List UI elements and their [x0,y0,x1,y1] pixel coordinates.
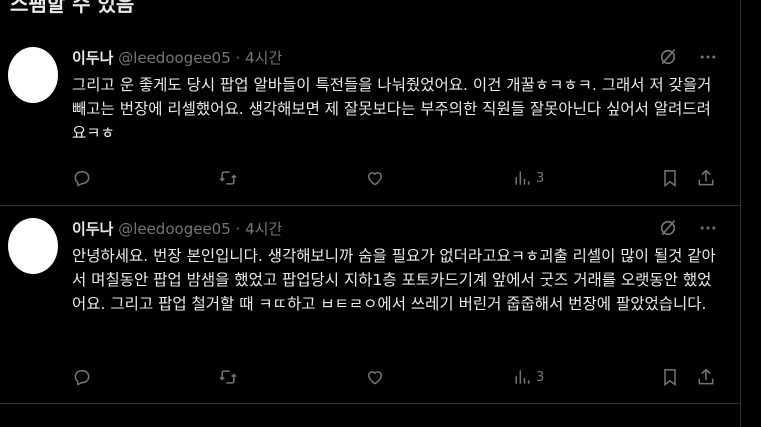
grok-slash-icon[interactable] [658,47,678,67]
tweet-text: 안녕하세요. 번장 본인입니다. 생각해보니까 숨을 필요가 없더라고요ㅋㅎ괴출… [72,247,716,313]
author-handle[interactable]: @leedoogee05 [118,49,231,67]
timestamp[interactable]: 4시간 [245,49,282,67]
author-name[interactable]: 이두나 [72,220,113,238]
reply-button[interactable] [72,168,92,188]
divider [0,403,740,404]
more-icon[interactable] [698,218,718,238]
like-button[interactable] [365,168,385,188]
tweet-actions: 3 [72,166,718,190]
section-heading: 스팸할 수 있음 [10,0,135,16]
bookmark-icon [664,170,676,187]
tweet-header: 이두나 @leedoogee05 · 4시간 [72,47,282,68]
like-icon [367,371,383,385]
views-icon [515,370,530,384]
tweet-top-actions [658,47,718,67]
retweet-button[interactable] [218,367,238,387]
retweet-icon [219,370,237,384]
share-icon [698,368,714,385]
reply-icon [74,171,90,187]
tweet-top-actions [658,218,718,238]
tweet[interactable]: 이두나 @leedoogee05 · 4시간 그리고 운 좋게도 당시 팝업 알… [0,35,740,205]
more-icon[interactable] [698,47,718,67]
reply-icon [74,370,90,386]
bookmark-button[interactable] [660,367,680,387]
views-count: 3 [536,369,545,385]
share-icon [698,169,714,186]
share-button[interactable] [696,168,716,188]
tweet-text: 그리고 운 좋게도 당시 팝업 알바들이 특전들을 나눠줬었어요. 이건 개꿀ㅎ… [72,76,712,142]
avatar[interactable] [8,47,58,103]
separator-dot: · [235,220,241,238]
timeline: 스팸할 수 있음 이두나 @leedoogee05 · 4시간 그리고 운 좋게… [0,0,741,427]
tweet-actions: 3 [72,365,718,389]
share-button[interactable] [696,367,716,387]
like-icon [367,172,383,186]
tweet[interactable]: 이두나 @leedoogee05 · 4시간 안녕하세요. 번장 본인입니다. … [0,206,740,403]
retweet-button[interactable] [218,168,238,188]
scrollbar[interactable] [741,0,761,427]
timestamp[interactable]: 4시간 [245,220,282,238]
views-icon [515,171,530,185]
tweet-header: 이두나 @leedoogee05 · 4시간 [72,218,282,239]
like-button[interactable] [365,367,385,387]
reply-button[interactable] [72,367,92,387]
author-handle[interactable]: @leedoogee05 [118,220,231,238]
views-button[interactable]: 3 [512,367,544,387]
retweet-icon [219,171,237,185]
grok-slash-icon[interactable] [658,218,678,238]
avatar[interactable] [8,218,58,274]
author-name[interactable]: 이두나 [72,49,113,67]
bookmark-button[interactable] [660,168,680,188]
views-count: 3 [536,170,545,186]
bookmark-icon [664,369,676,386]
separator-dot: · [235,49,241,67]
views-button[interactable]: 3 [512,168,544,188]
